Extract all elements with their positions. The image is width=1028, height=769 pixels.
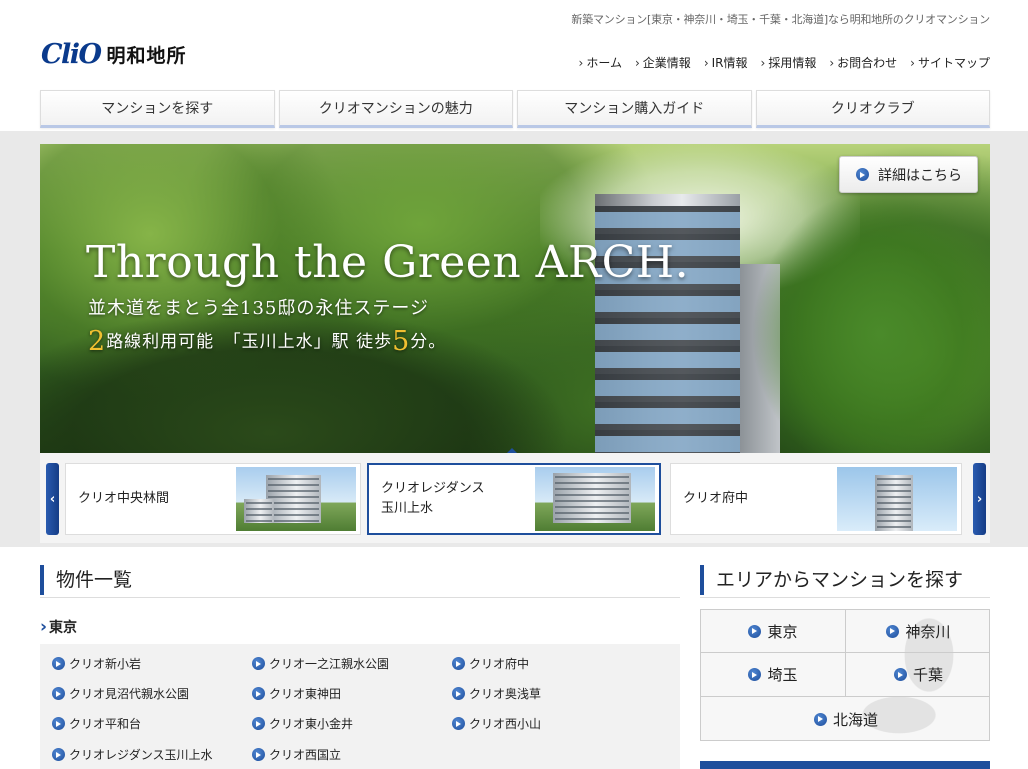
detail-button[interactable]: 詳細はこちら (839, 156, 978, 193)
property-link[interactable]: クリオ東小金井 (252, 715, 353, 732)
util-link-company[interactable]: 企業情報 (635, 54, 691, 71)
circle-arrow-icon (252, 748, 265, 761)
area-hokkaido-button[interactable]: 北海道 (701, 697, 989, 740)
circle-arrow-icon (748, 624, 762, 638)
site-logo[interactable]: CliO 明和地所 (41, 41, 187, 68)
property-link[interactable]: クリオ新小岩 (52, 655, 141, 672)
gnav-clio-club[interactable]: クリオクラブ (755, 90, 990, 128)
gnav-purchase-guide[interactable]: マンション購入ガイド (517, 90, 752, 128)
heading-divider (700, 597, 990, 598)
detail-button-label: 詳細はこちら (878, 167, 962, 184)
hero-access-part1: 路線利用可能 「玉川上水」駅 徒歩 (106, 332, 393, 352)
circle-arrow-icon (52, 717, 65, 730)
property-link[interactable]: クリオ奥浅草 (452, 685, 541, 702)
util-link-sitemap[interactable]: サイトマップ (910, 54, 990, 71)
utility-nav: ホーム 企業情報 IR情報 採用情報 お問合わせ サイトマップ (579, 54, 990, 71)
area-map: 東京 神奈川 埼玉 千葉 北海道 (700, 609, 990, 741)
property-thumbnail (236, 467, 356, 531)
area-tokyo-button[interactable]: 東京 (701, 610, 846, 653)
circle-arrow-icon (452, 717, 465, 730)
carousel-item-name: クリオレジダンス 玉川上水 (381, 481, 485, 516)
hero-banner[interactable]: Through the Green ARCH. 並木道をまとう全135邸の永住ス… (40, 144, 990, 453)
area-chiba-button[interactable]: 千葉 (846, 653, 989, 697)
property-link[interactable]: クリオレジダンス玉川上水 (52, 746, 213, 763)
hero-access-text: 2路線利用可能 「玉川上水」駅 徒歩5分。 (88, 326, 446, 357)
hero-subtitle: 並木道をまとう全135邸の永住ステージ (88, 298, 429, 319)
circle-arrow-icon (452, 657, 465, 670)
gnav-find-mansion[interactable]: マンションを探す (40, 90, 275, 128)
property-link[interactable]: クリオ一之江親水公園 (252, 655, 389, 672)
util-link-recruit[interactable]: 採用情報 (761, 54, 816, 71)
hero-lines-count: 2 (88, 326, 107, 357)
circle-arrow-icon (52, 687, 65, 700)
carousel-item[interactable]: クリオ中央林間 (65, 463, 361, 535)
circle-arrow-icon (52, 657, 65, 670)
hero-title: Through the Green ARCH. (86, 237, 690, 288)
circle-arrow-icon (52, 748, 65, 761)
util-link-contact[interactable]: お問合わせ (829, 54, 897, 71)
util-link-home[interactable]: ホーム (579, 54, 622, 71)
property-link[interactable]: クリオ見沼代親水公園 (52, 685, 189, 702)
property-link[interactable]: クリオ府中 (452, 655, 529, 672)
area-search-heading: エリアからマンションを探す (700, 565, 963, 595)
property-thumbnail (535, 467, 655, 531)
hero-trees-right (730, 184, 990, 453)
circle-arrow-icon (893, 668, 907, 681)
area-kanagawa-button[interactable]: 神奈川 (846, 610, 989, 653)
circle-arrow-icon (252, 657, 265, 670)
hero-building-image (595, 194, 740, 453)
global-nav: マンションを探す クリオマンションの魅力 マンション購入ガイド クリオクラブ (40, 90, 990, 128)
clio-logo-mark: CliO (41, 39, 102, 70)
util-link-ir[interactable]: IR情報 (704, 54, 748, 71)
property-link[interactable]: クリオ東神田 (252, 685, 341, 702)
region-heading-tokyo: 東京 (40, 617, 77, 637)
property-carousel: ‹ クリオ中央林間 クリオレジダンス 玉川上水 クリオ府中 › (40, 453, 990, 543)
circle-arrow-icon (813, 712, 827, 726)
hero-access-part2: 分。 (410, 332, 447, 352)
property-thumbnail (837, 467, 957, 531)
carousel-prev-button[interactable]: ‹ (46, 463, 59, 535)
heading-divider (40, 597, 680, 598)
property-list: クリオ新小岩 クリオ一之江親水公園 クリオ府中 クリオ見沼代親水公園 クリオ東神… (40, 644, 680, 769)
header-tagline: 新築マンション[東京・神奈川・埼玉・千葉・北海道]なら明和地所のクリオマンション (571, 13, 990, 26)
property-link[interactable]: クリオ平和台 (52, 715, 141, 732)
carousel-item[interactable]: クリオ府中 (670, 463, 962, 535)
area-saitama-button[interactable]: 埼玉 (701, 653, 846, 697)
carousel-item-name: クリオ中央林間 (78, 491, 170, 506)
hero-walk-minutes: 5 (392, 326, 411, 357)
carousel-next-button[interactable]: › (973, 463, 986, 535)
circle-arrow-icon (252, 717, 265, 730)
circle-arrow-icon (252, 687, 265, 700)
chevron-left-icon: ‹ (49, 491, 56, 507)
gnav-clio-appeal[interactable]: クリオマンションの魅力 (278, 90, 513, 128)
property-link[interactable]: クリオ西国立 (252, 746, 341, 763)
chevron-right-icon: › (976, 491, 983, 507)
carousel-item-active[interactable]: クリオレジダンス 玉川上水 (367, 463, 661, 535)
circle-arrow-icon (886, 624, 900, 638)
area-footer-bar (700, 761, 990, 769)
circle-arrow-icon (856, 168, 869, 181)
property-list-heading: 物件一覧 (40, 565, 132, 595)
carousel-item-name: クリオ府中 (683, 491, 749, 506)
circle-arrow-icon (452, 687, 465, 700)
circle-arrow-icon (748, 668, 762, 681)
property-link[interactable]: クリオ西小山 (452, 715, 541, 732)
company-name: 明和地所 (106, 45, 187, 67)
